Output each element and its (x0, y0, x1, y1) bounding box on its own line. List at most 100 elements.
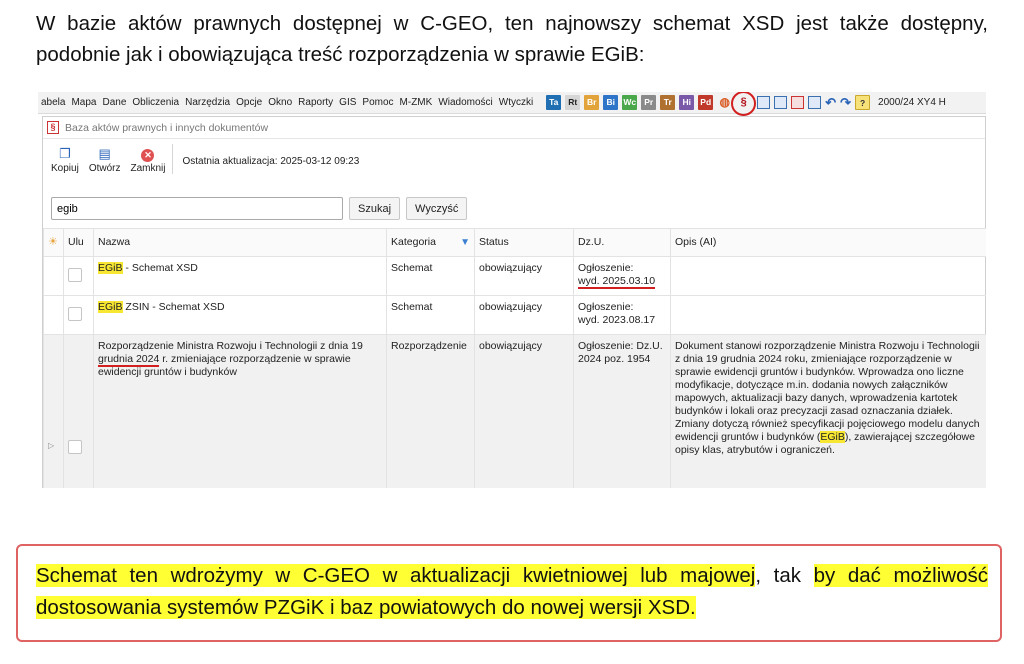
toolbar: Ta Rt Br Bi Wc Pr Tr Hi Pd ◍ § ↶ ↷ ? 200… (546, 92, 946, 116)
ribbon: ❐ Kopiuj ▤ Otwórz ✕ Zamknij Ostatnia akt… (43, 139, 985, 179)
header-dzu[interactable]: Dz.U. (573, 228, 671, 257)
cell-dzu: Ogłoszenie: wyd. 2023.08.17 (573, 295, 671, 335)
row-marker (43, 295, 64, 335)
header-status[interactable]: Status (474, 228, 574, 257)
cell-dzu: Ogłoszenie: wyd. 2025.03.10 (573, 256, 671, 296)
name-highlight: EGiB (98, 301, 123, 313)
cell-dzu: Ogłoszenie: Dz.U. 2024 poz. 1954 (573, 334, 671, 488)
cell-category: Schemat (386, 295, 475, 335)
row-checkbox[interactable] (68, 307, 82, 321)
coordinate-system-label: 2000/24 XY4 H (878, 97, 946, 108)
window-title: Baza aktów prawnych i innych dokumentów (65, 121, 269, 134)
law-database-icon[interactable]: § (731, 92, 757, 116)
menu-wiadomosci[interactable]: Wiadomości (435, 97, 495, 108)
copy-button[interactable]: ❐ Kopiuj (51, 146, 79, 174)
menu-raporty[interactable]: Raporty (295, 97, 336, 108)
row-checkbox-cell (63, 334, 94, 488)
toolbar-button-ta[interactable]: Ta (546, 95, 562, 110)
window-titlebar: § Baza aktów prawnych i innych dokumentó… (43, 117, 985, 139)
last-update-label: Ostatnia aktualizacja: 2025-03-12 09:23 (182, 156, 360, 167)
menu-tabela[interactable]: abela (38, 97, 68, 108)
export-icon[interactable] (791, 96, 805, 109)
table-row-selected[interactable]: ▷ Rozporządzenie Ministra Rozwoju i Tech… (43, 334, 986, 488)
undo-icon[interactable]: ↶ (825, 95, 836, 111)
menu-obliczenia[interactable]: Obliczenia (129, 97, 182, 108)
cell-description (670, 295, 986, 335)
open-button[interactable]: ▤ Otwórz (89, 146, 121, 174)
name-text: ZSIN - Schemat XSD (122, 301, 225, 313)
menu-pomoc[interactable]: Pomoc (359, 97, 396, 108)
filter-icon[interactable]: ▼ (460, 236, 470, 249)
cell-name: Rozporządzenie Ministra Rozwoju i Techno… (93, 334, 387, 488)
name-text: - Schemat XSD (122, 262, 198, 274)
cell-category: Schemat (386, 256, 475, 296)
dzu-date-underlined: wyd. 2025.03.10 (578, 275, 656, 289)
dzu-line2: wyd. 2023.08.17 (578, 314, 656, 326)
callout-highlight-1: Schemat ten wdrożymy w C-GEO w aktualiza… (36, 564, 756, 587)
open-label: Otwórz (88, 163, 121, 174)
close-icon: ✕ (141, 149, 155, 162)
menu-gis[interactable]: GIS (336, 97, 359, 108)
intro-paragraph: W bazie aktów prawnych dostępnej w C-GEO… (36, 12, 988, 66)
toolbar-button-pr[interactable]: Pr (641, 95, 657, 110)
toolbar-button-hi[interactable]: Hi (679, 95, 695, 110)
cell-status: obowiązujący (474, 334, 574, 488)
toolbar-button-tr[interactable]: Tr (660, 95, 676, 110)
window-icon[interactable] (757, 96, 771, 109)
menu-narzedzia[interactable]: Narzędzia (182, 97, 233, 108)
menu-opcje[interactable]: Opcje (233, 97, 265, 108)
toolbar-button-pd[interactable]: Pd (698, 95, 714, 110)
callout-plain: , tak (755, 564, 814, 587)
cell-description (670, 256, 986, 296)
header-name[interactable]: Nazwa (93, 228, 387, 257)
header-ulu[interactable]: Ulu (63, 228, 94, 257)
row-pointer-icon: ▷ (48, 441, 55, 450)
menu-m-zmk[interactable]: M-ZMK (397, 97, 436, 108)
name-date-underlined: grudnia 2024 (98, 353, 160, 367)
header-category[interactable]: Kategoria ▼ (386, 228, 475, 257)
ribbon-separator (171, 144, 173, 174)
sun-icon: ☀ (48, 236, 58, 248)
header-new-column[interactable]: ☀ (43, 228, 64, 257)
search-input[interactable] (51, 197, 343, 220)
redo-icon[interactable]: ↷ (840, 95, 851, 111)
row-marker (43, 256, 64, 296)
toolbar-button-wc[interactable]: Wc (622, 95, 638, 110)
row-checkbox-cell (63, 295, 94, 335)
globe-icon[interactable]: ◍ (717, 95, 732, 110)
clear-button[interactable]: Wyczyść (406, 197, 468, 220)
help-icon[interactable]: ? (855, 95, 871, 110)
toolbar-button-bi[interactable]: Bi (603, 95, 619, 110)
menu-dane[interactable]: Dane (99, 97, 129, 108)
desc-text-a: Dokument stanowi rozporządzenie Ministra… (675, 340, 980, 443)
section-icon: § (47, 121, 59, 134)
row-checkbox[interactable] (68, 440, 82, 454)
close-button[interactable]: ✕ Zamknij (130, 146, 166, 174)
callout-text: Schemat ten wdrożymy w C-GEO w aktualiza… (36, 560, 988, 624)
row-checkbox-cell (63, 256, 94, 296)
row-checkbox[interactable] (68, 268, 82, 282)
cell-description: Dokument stanowi rozporządzenie Ministra… (670, 334, 986, 488)
dzu-line1: Ogłoszenie: (578, 262, 634, 274)
header-description[interactable]: Opis (AI) (670, 228, 986, 257)
cell-status: obowiązujący (474, 256, 574, 296)
toolbar-button-br[interactable]: Br (584, 95, 600, 110)
table-header: ☀ Ulu Nazwa Kategoria ▼ Status Dz.U. Opis… (43, 228, 986, 257)
name-text-a: Rozporządzenie Ministra Rozwoju i Techno… (98, 340, 363, 352)
app-screenshot: abela Mapa Dane Obliczenia Narzędzia Opc… (38, 92, 986, 488)
table-row[interactable]: EGiB - Schemat XSD Schemat obowiązujący … (43, 256, 986, 296)
document-icon[interactable] (808, 96, 822, 109)
windows-stack-icon[interactable] (774, 96, 788, 109)
menu-mapa[interactable]: Mapa (68, 97, 99, 108)
menu-wtyczki[interactable]: Wtyczki (496, 97, 536, 108)
table-row[interactable]: EGiB ZSIN - Schemat XSD Schemat obowiązu… (43, 295, 986, 335)
dzu-line1: Ogłoszenie: (578, 301, 634, 313)
open-icon: ▤ (98, 146, 111, 161)
copy-icon: ❐ (59, 146, 71, 161)
copy-label: Kopiuj (51, 163, 79, 174)
menu-okno[interactable]: Okno (265, 97, 295, 108)
name-highlight: EGiB (98, 262, 123, 274)
header-category-label: Kategoria (391, 236, 436, 248)
toolbar-button-rt[interactable]: Rt (565, 95, 581, 110)
search-button[interactable]: Szukaj (349, 197, 401, 220)
